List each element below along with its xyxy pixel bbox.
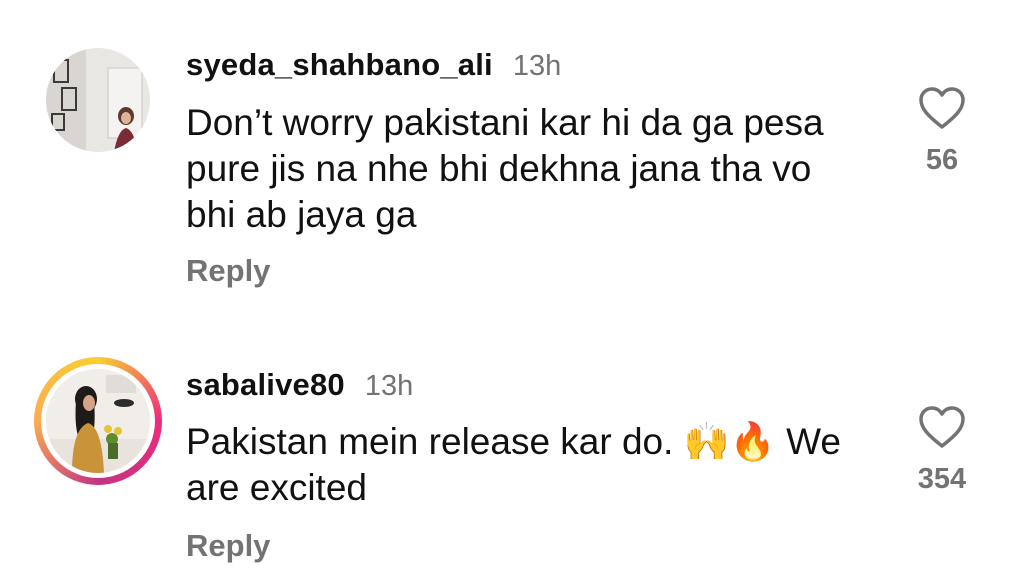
reply-button[interactable]: Reply bbox=[186, 528, 270, 564]
like-control: 56 bbox=[900, 86, 984, 177]
like-count: 354 bbox=[917, 463, 967, 495]
avatar-photo bbox=[46, 369, 150, 473]
username[interactable]: syeda_shahbano_ali bbox=[186, 47, 493, 83]
avatar[interactable] bbox=[46, 48, 150, 152]
reply-button[interactable]: Reply bbox=[186, 253, 270, 289]
heart-outline-icon[interactable] bbox=[918, 86, 966, 130]
comments-list: syeda_shahbano_ali 13h Don’t worry pakis… bbox=[0, 0, 1024, 584]
comment-header: sabalive80 13h bbox=[186, 367, 413, 403]
avatar-photo bbox=[46, 48, 150, 152]
comment-header: syeda_shahbano_ali 13h bbox=[186, 47, 561, 83]
username[interactable]: sabalive80 bbox=[186, 367, 345, 403]
like-control: 354 bbox=[900, 405, 984, 496]
timestamp: 13h bbox=[364, 370, 414, 402]
avatar-story-ring[interactable] bbox=[34, 357, 162, 485]
like-count: 56 bbox=[925, 144, 959, 176]
heart-outline-icon[interactable] bbox=[918, 405, 966, 449]
comment-text: Pakistan mein release kar do. 🙌🔥 We are … bbox=[186, 421, 841, 508]
timestamp: 13h bbox=[512, 50, 562, 82]
comment-text: Don’t worry pakistani kar hi da ga pesa … bbox=[186, 102, 824, 235]
